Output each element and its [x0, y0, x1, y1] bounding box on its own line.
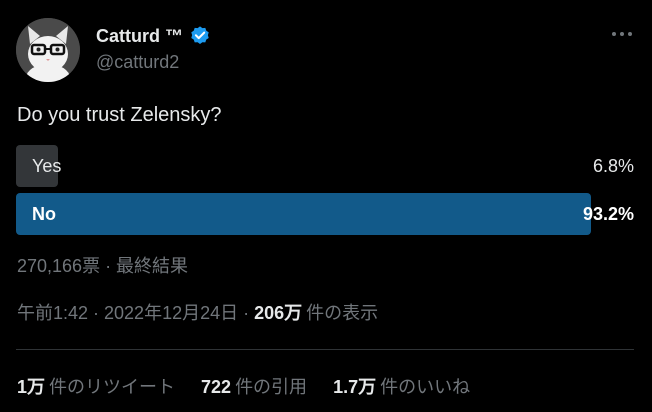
poll-option-no: No 93.2% [16, 193, 634, 235]
author-handle[interactable]: @catturd2 [96, 52, 179, 73]
poll-option-label: Yes [32, 156, 62, 176]
likes-count: 1.7万 [333, 377, 377, 397]
quotes-label: 件の引用 [235, 377, 308, 397]
engagement-stats: 1万 件のリツイート 722 件の引用 1.7万 件のいいね [17, 373, 470, 399]
quotes-stat[interactable]: 722 件の引用 [201, 373, 307, 399]
retweets-stat[interactable]: 1万 件のリツイート [17, 373, 175, 399]
retweets-label: 件のリツイート [49, 377, 176, 397]
author-name[interactable]: Catturd ™ [96, 26, 183, 47]
cat-avatar-image [16, 18, 80, 82]
avatar[interactable] [16, 18, 80, 82]
quotes-count: 722 [201, 377, 232, 397]
poll-option-yes: Yes 6.8% [16, 145, 634, 187]
poll-option-label: No [32, 204, 56, 224]
poll-option-percent: 93.2% [582, 204, 634, 224]
tweet-timestamp[interactable]: 午前1:42 · 2022年12月24日 · [17, 299, 249, 325]
tweet-meta: 午前1:42 · 2022年12月24日 · 206万 件の表示 [17, 299, 378, 325]
divider [16, 349, 634, 350]
tweet-text: Do you trust Zelensky? [17, 104, 222, 126]
poll-bar-no [16, 193, 591, 235]
views-label: 件の表示 [306, 303, 379, 323]
poll: Yes 6.8% No 93.2% [16, 145, 634, 241]
poll-votes-summary: 270,166票 · 最終結果 [17, 256, 189, 276]
views-count: 206万 [254, 303, 303, 323]
verified-badge-icon [189, 25, 211, 47]
poll-option-percent: 6.8% [592, 156, 634, 176]
retweets-count: 1万 [17, 377, 46, 397]
likes-stat[interactable]: 1.7万 件のいいね [333, 373, 470, 399]
more-options-icon[interactable] [608, 24, 636, 44]
likes-label: 件のいいね [380, 377, 471, 397]
